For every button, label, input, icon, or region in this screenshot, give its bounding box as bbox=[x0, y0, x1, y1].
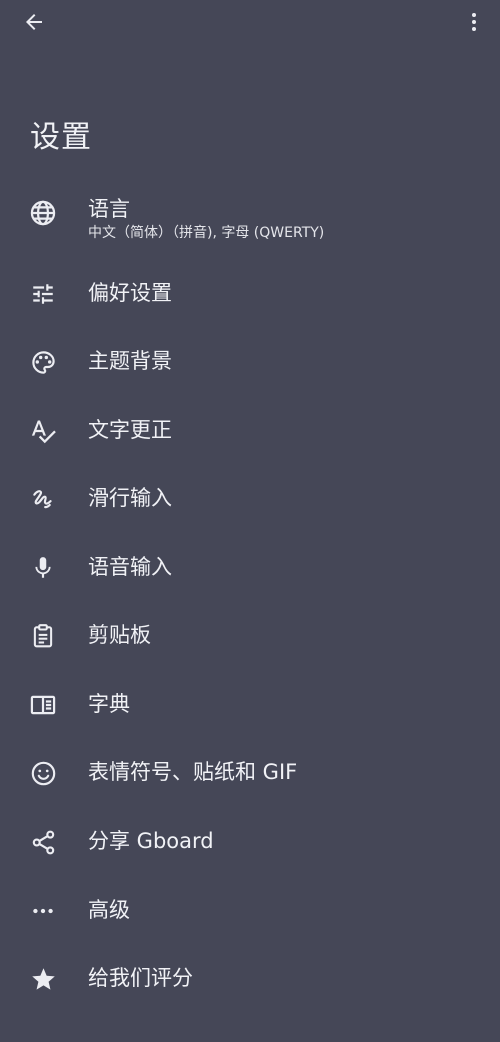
dictionary-book-icon bbox=[28, 690, 58, 720]
settings-item-label: 滑行输入 bbox=[88, 486, 172, 510]
more-options-button[interactable] bbox=[456, 0, 492, 44]
settings-item-label: 字典 bbox=[88, 692, 130, 716]
settings-item-theme[interactable]: 主题背景 bbox=[0, 327, 500, 395]
page-title: 设置 bbox=[30, 120, 92, 155]
more-horiz-icon bbox=[28, 896, 58, 926]
settings-item-glide-typing[interactable]: 滑行输入 bbox=[0, 464, 500, 532]
more-vert-icon bbox=[462, 10, 486, 34]
clipboard-icon bbox=[28, 621, 58, 651]
settings-item-sublabel: 中文（简体）（拼音), 字母 (QWERTY) bbox=[88, 225, 325, 241]
star-icon bbox=[28, 964, 58, 994]
settings-item-clipboard[interactable]: 剪贴板 bbox=[0, 601, 500, 669]
smiley-face-icon bbox=[28, 758, 58, 788]
microphone-icon bbox=[28, 553, 58, 583]
settings-item-label: 语音输入 bbox=[88, 555, 172, 579]
settings-item-label: 剪贴板 bbox=[88, 623, 151, 647]
settings-item-emoji-stickers-gifs[interactable]: 表情符号、贴纸和 GIF bbox=[0, 738, 500, 806]
palette-icon bbox=[28, 347, 58, 377]
settings-item-label: 语言 bbox=[88, 197, 130, 221]
settings-item-label: 高级 bbox=[88, 898, 130, 922]
settings-item-languages[interactable]: 语言 中文（简体）（拼音), 字母 (QWERTY) bbox=[0, 190, 500, 258]
arrow-left-icon bbox=[22, 10, 46, 34]
settings-item-label: 给我们评分 bbox=[88, 966, 193, 990]
settings-item-preferences[interactable]: 偏好设置 bbox=[0, 259, 500, 327]
settings-item-label: 分享 Gboard bbox=[88, 829, 214, 853]
settings-item-label: 主题背景 bbox=[88, 349, 172, 373]
gesture-icon bbox=[28, 484, 58, 514]
spellcheck-icon bbox=[28, 416, 58, 446]
settings-item-label: 偏好设置 bbox=[88, 281, 172, 305]
top-app-bar bbox=[0, 0, 500, 46]
settings-item-advanced[interactable]: 高级 bbox=[0, 876, 500, 944]
settings-item-share-gboard[interactable]: 分享 Gboard bbox=[0, 807, 500, 875]
share-icon bbox=[28, 827, 58, 857]
settings-item-rate-us[interactable]: 给我们评分 bbox=[0, 944, 500, 1012]
settings-item-label: 表情符号、贴纸和 GIF bbox=[88, 760, 298, 784]
tune-sliders-icon bbox=[28, 279, 58, 309]
globe-icon bbox=[28, 198, 58, 228]
back-button[interactable] bbox=[12, 0, 56, 44]
settings-item-dictionary[interactable]: 字典 bbox=[0, 670, 500, 738]
settings-item-label: 文字更正 bbox=[88, 418, 172, 442]
settings-item-voice-typing[interactable]: 语音输入 bbox=[0, 533, 500, 601]
settings-item-text-correction[interactable]: 文字更正 bbox=[0, 396, 500, 464]
